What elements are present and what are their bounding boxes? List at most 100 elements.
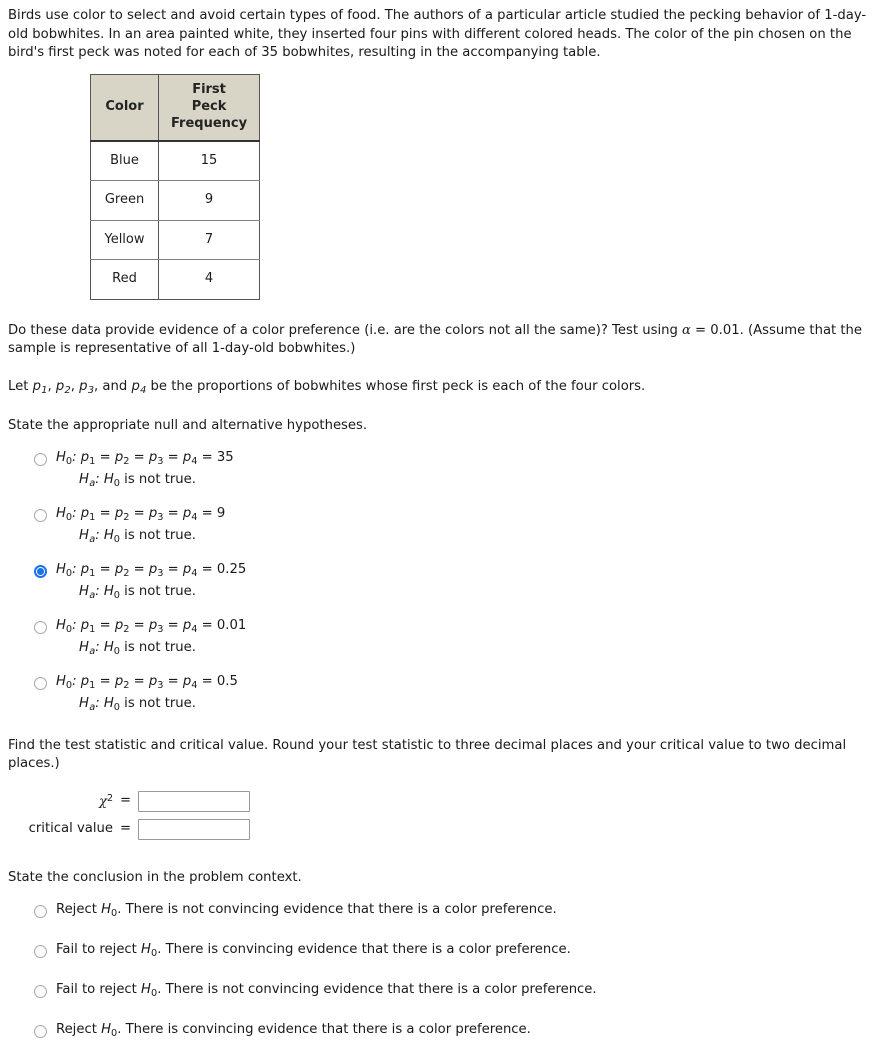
table-header-row: Color First Peck Frequency bbox=[90, 74, 261, 142]
hypothesis-option-list: H0: p1 = p2 = p3 = p4 = 35 Ha: H0 is not … bbox=[8, 449, 881, 715]
radio-hypothesis-2[interactable] bbox=[34, 508, 47, 522]
conclusion-option-1[interactable]: Reject H0. There is not convincing evide… bbox=[8, 901, 881, 921]
hypothesis-option-row[interactable]: H0: p1 = p2 = p3 = p4 = 0.25 Ha: H0 is no… bbox=[8, 561, 881, 603]
conclusion-option-text: Fail to reject H0. There is not convinci… bbox=[56, 981, 597, 1000]
hypothesis-option-text: H0: p1 = p2 = p3 = p4 = 35 Ha: H0 is not … bbox=[56, 449, 881, 491]
hypothesis-option-2[interactable]: H0: p1 = p2 = p3 = p4 = 9 Ha: H0 is not t… bbox=[8, 505, 881, 547]
table-row: Yellow 7 bbox=[90, 219, 261, 261]
frequency-table-wrapper: Color First Peck Frequency Blue 15 Green 9 Y… bbox=[90, 74, 881, 300]
alternative-hypothesis-tail: is not true. bbox=[119, 527, 196, 543]
hypothesis-option-5[interactable]: H0: p1 = p2 = p3 = p4 = 0.5 Ha: H0 is not… bbox=[8, 673, 881, 715]
hypothesis-option-3[interactable]: H0: p1 = p2 = p3 = p4 = 0.25 Ha: H0 is no… bbox=[8, 561, 881, 603]
p-glyph: p bbox=[32, 379, 41, 395]
alternative-hypothesis-statement: Ha: H0 is not true. bbox=[79, 639, 196, 657]
null-hypothesis-value: 0.01 bbox=[216, 617, 247, 633]
radio-hypothesis-4[interactable] bbox=[34, 620, 47, 634]
hypothesis-option-row[interactable]: H0: p1 = p2 = p3 = p4 = 9 Ha: H0 is not t… bbox=[8, 505, 881, 547]
header-line-2: Peck bbox=[191, 99, 227, 115]
hypothesis-option-row[interactable]: H0: p1 = p2 = p3 = p4 = 0.5 Ha: H0 is not… bbox=[8, 673, 881, 715]
table-row: Blue 15 bbox=[90, 140, 261, 182]
conclusion-action: Fail to reject bbox=[56, 941, 142, 957]
first-peck-frequency-table: Color First Peck Frequency Blue 15 Green 9 Y… bbox=[90, 74, 261, 300]
intro-paragraph: Birds use color to select and avoid cert… bbox=[8, 8, 867, 61]
hypothesis-option-row[interactable]: H0: p1 = p2 = p3 = p4 = 0.01 Ha: H0 is no… bbox=[8, 617, 881, 659]
question-prompt: Do these data provide evidence of a colo… bbox=[8, 322, 881, 359]
conclusion-option-2[interactable]: Fail to reject H0. There is convincing e… bbox=[8, 941, 881, 961]
radio-conclusion-3[interactable] bbox=[34, 984, 47, 998]
sep-2: , bbox=[70, 379, 80, 395]
null-hypothesis-statement: H0: p1 = p2 = p3 = p4 = 0.5 bbox=[56, 673, 238, 691]
column-header-color: Color bbox=[90, 74, 159, 142]
conclusion-action: Reject bbox=[56, 901, 102, 917]
hypothesis-option-row[interactable]: H0: p1 = p2 = p3 = p4 = 35 Ha: H0 is not … bbox=[8, 449, 881, 491]
radio-hypothesis-3[interactable] bbox=[34, 564, 47, 578]
table-head: Color First Peck Frequency bbox=[90, 74, 261, 142]
conclusion-option-3[interactable]: Fail to reject H0. There is not convinci… bbox=[8, 981, 881, 1001]
alternative-hypothesis-statement: Ha: H0 is not true. bbox=[79, 471, 196, 489]
header-line-1: First bbox=[192, 82, 226, 98]
test-statistic-instruction: Find the test statistic and critical val… bbox=[8, 737, 847, 772]
let-lead: Let bbox=[8, 379, 33, 395]
null-hypothesis-value: 0.5 bbox=[216, 673, 238, 689]
null-hypothesis-statement: H0: p1 = p2 = p3 = p4 = 9 bbox=[56, 505, 226, 523]
table-row: Green 9 bbox=[90, 180, 261, 221]
sep-1: , bbox=[47, 379, 56, 395]
alternative-hypothesis-tail: is not true. bbox=[119, 639, 196, 655]
radio-conclusion-1[interactable] bbox=[34, 904, 47, 918]
hypothesis-option-text: H0: p1 = p2 = p3 = p4 = 0.25 Ha: H0 is no… bbox=[56, 561, 881, 603]
chi-equals-sign: = bbox=[120, 793, 132, 809]
p4-symbol: p4 bbox=[131, 379, 146, 396]
cell-frequency: 15 bbox=[157, 140, 261, 182]
alternative-hypothesis-tail: is not true. bbox=[119, 583, 196, 599]
critical-value-input[interactable] bbox=[138, 819, 251, 841]
p2-symbol: p2 bbox=[55, 379, 71, 396]
conclusion-action: Reject bbox=[56, 1021, 102, 1037]
question-prompt-part1: Do these data provide evidence of a colo… bbox=[8, 322, 683, 338]
cell-color: Green bbox=[90, 180, 159, 221]
answer-fields: χ2 = critical value = bbox=[8, 791, 881, 841]
chi-square-input[interactable] bbox=[138, 791, 251, 813]
hypothesis-option-4[interactable]: H0: p1 = p2 = p3 = p4 = 0.01 Ha: H0 is no… bbox=[8, 617, 881, 659]
table-body: Blue 15 Green 9 Yellow 7 Red 4 bbox=[90, 140, 261, 300]
header-line-3: Frequency bbox=[171, 115, 248, 131]
null-hypothesis-value: 35 bbox=[216, 449, 234, 465]
cell-frequency: 4 bbox=[157, 259, 261, 300]
hypothesis-option-text: H0: p1 = p2 = p3 = p4 = 0.5 Ha: H0 is not… bbox=[56, 673, 881, 715]
null-hypothesis-value: 9 bbox=[216, 505, 226, 521]
conclusion-option-text: Reject H0. There is not convincing evide… bbox=[56, 901, 557, 920]
conclusion-statement: . There is not convincing evidence that … bbox=[117, 901, 557, 917]
critical-value-row: critical value = bbox=[8, 819, 881, 841]
hypothesis-option-text: H0: p1 = p2 = p3 = p4 = 9 Ha: H0 is not t… bbox=[56, 505, 881, 547]
conclusion-statement: . There is convincing evidence that ther… bbox=[117, 1021, 531, 1037]
p-glyph: p bbox=[79, 379, 88, 395]
null-hypothesis-statement: H0: p1 = p2 = p3 = p4 = 0.01 bbox=[56, 617, 247, 635]
conclusion-action: Fail to reject bbox=[56, 981, 142, 997]
alternative-hypothesis-tail: is not true. bbox=[119, 471, 196, 487]
radio-conclusion-2[interactable] bbox=[34, 944, 47, 958]
null-hypothesis-statement: H0: p1 = p2 = p3 = p4 = 0.25 bbox=[56, 561, 247, 579]
cell-color: Blue bbox=[90, 140, 159, 182]
table-row: Red 4 bbox=[90, 259, 261, 300]
state-hypotheses-prompt: State the appropriate null and alternati… bbox=[8, 418, 368, 434]
p-glyph: p bbox=[131, 379, 140, 395]
radio-hypothesis-1[interactable] bbox=[34, 452, 47, 466]
radio-hypothesis-5[interactable] bbox=[34, 676, 47, 690]
cell-frequency: 9 bbox=[157, 180, 261, 221]
cell-frequency: 7 bbox=[157, 219, 261, 261]
null-hypothesis-statement: H0: p1 = p2 = p3 = p4 = 35 bbox=[56, 449, 234, 467]
hypothesis-option-text: H0: p1 = p2 = p3 = p4 = 0.01 Ha: H0 is no… bbox=[56, 617, 881, 659]
p-glyph: p bbox=[55, 379, 65, 395]
chi-square-label: χ2 bbox=[8, 792, 120, 812]
radio-conclusion-4[interactable] bbox=[34, 1024, 47, 1038]
alternative-hypothesis-tail: is not true. bbox=[119, 695, 196, 711]
critical-equals-sign: = bbox=[120, 821, 132, 837]
alternative-hypothesis-statement: Ha: H0 is not true. bbox=[79, 695, 196, 713]
problem-page: Birds use color to select and avoid cert… bbox=[0, 0, 891, 1041]
hypothesis-option-1[interactable]: H0: p1 = p2 = p3 = p4 = 35 Ha: H0 is not … bbox=[8, 449, 881, 491]
sep-3: , and bbox=[94, 379, 132, 395]
alpha-symbol: α bbox=[682, 322, 691, 338]
